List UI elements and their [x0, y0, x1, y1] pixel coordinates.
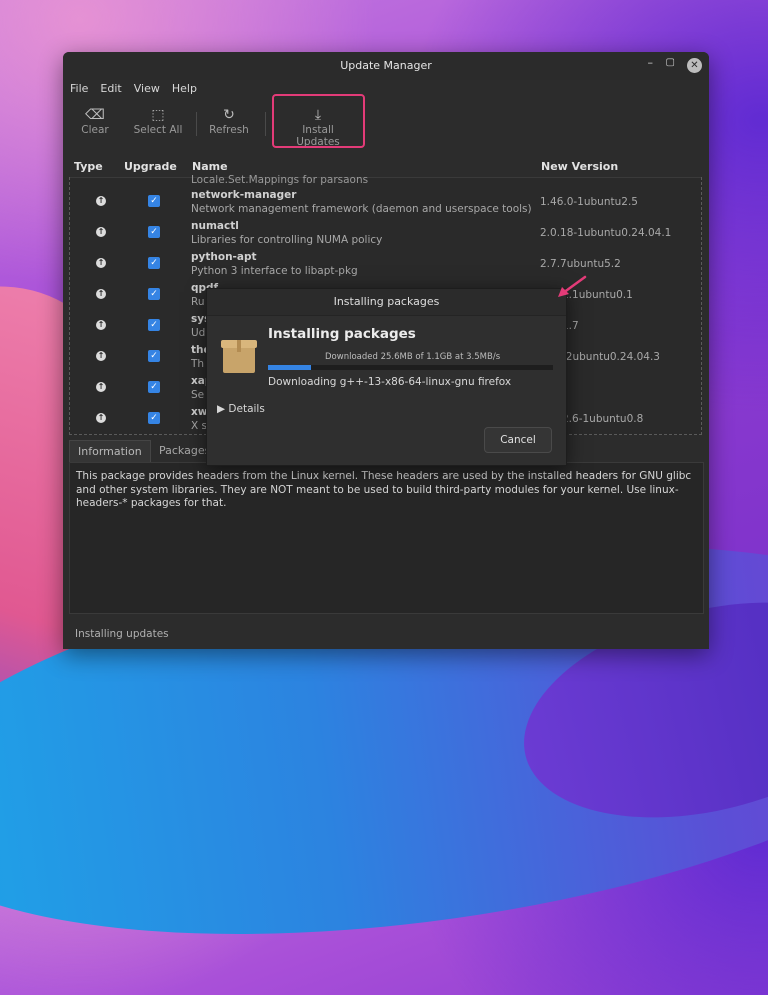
menu-bar: File Edit View Help	[63, 80, 709, 100]
dialog-title: Installing packages	[207, 289, 566, 316]
package-description: Libraries for controlling NUMA policy	[191, 234, 383, 246]
close-icon[interactable]: ✕	[687, 58, 702, 73]
refresh-label: Refresh	[209, 124, 249, 136]
package-version: 2.6-1ubuntu0.8	[562, 413, 644, 425]
column-type[interactable]: Type	[74, 160, 103, 173]
select-all-icon: ⬚	[151, 107, 165, 123]
package-description: Ud	[191, 327, 206, 339]
refresh-button[interactable]: ↻ Refresh	[207, 106, 251, 136]
title-bar: Update Manager – ▢ ✕	[63, 52, 709, 80]
description-text: This package provides headers from the L…	[76, 470, 692, 509]
upgrade-type-icon: ↑	[96, 351, 106, 361]
upgrade-type-icon: ↑	[96, 258, 106, 268]
upgrade-checkbox[interactable]: ✓	[148, 319, 160, 331]
column-name[interactable]: Name	[192, 160, 228, 173]
window-title: Update Manager	[340, 59, 432, 72]
backspace-icon: ⌫	[85, 107, 105, 123]
package-version: 2.7.7ubuntu5.2	[540, 258, 621, 270]
package-name: python-apt	[191, 251, 257, 263]
upgrade-type-icon: ↑	[96, 382, 106, 392]
details-label: Details	[228, 403, 265, 415]
upgrade-type-icon: ↑	[96, 289, 106, 299]
download-progress-text: Downloaded 25.6MB of 1.1GB at 3.5MB/s	[325, 352, 501, 362]
package-description: X s	[191, 420, 208, 432]
toolbar: ⌫ Clear ⬚ Select All ↻ Refresh ⤓ Install…	[63, 100, 709, 152]
upgrade-checkbox[interactable]: ✓	[148, 350, 160, 362]
package-version: 1.46.0-1ubuntu2.5	[540, 196, 638, 208]
column-new-version[interactable]: New Version	[541, 160, 618, 173]
list-header: Type Upgrade Name New Version	[69, 155, 702, 178]
menu-edit[interactable]: Edit	[100, 80, 121, 100]
column-upgrade[interactable]: Upgrade	[124, 160, 177, 173]
downloading-text: Downloading g++-13-x86-64-linux-gnu fire…	[268, 376, 512, 388]
upgrade-type-icon: ↑	[96, 413, 106, 423]
select-all-button[interactable]: ⬚ Select All	[133, 106, 183, 136]
toolbar-separator	[196, 112, 197, 136]
package-description: Se	[191, 389, 205, 401]
cancel-button[interactable]: Cancel	[484, 427, 552, 453]
package-name: numactl	[191, 220, 239, 232]
clear-label: Clear	[81, 124, 109, 136]
maximize-icon[interactable]: ▢	[666, 57, 675, 68]
dialog-heading: Installing packages	[268, 326, 416, 342]
upgrade-checkbox[interactable]: ✓	[148, 412, 160, 424]
toolbar-separator	[265, 112, 266, 136]
package-version: 2.0.18-1ubuntu0.24.04.1	[540, 227, 672, 239]
table-row[interactable]: ↑ ✓ network-manager Network management f…	[70, 185, 701, 216]
annotation-arrow-icon	[558, 275, 587, 297]
table-row[interactable]: ↑ ✓ numactl Libraries for controlling NU…	[70, 216, 701, 247]
upgrade-checkbox[interactable]: ✓	[148, 288, 160, 300]
menu-file[interactable]: File	[70, 80, 88, 100]
upgrade-type-icon: ↑	[96, 196, 106, 206]
progress-bar-fill	[268, 365, 311, 370]
upgrade-checkbox[interactable]: ✓	[148, 257, 160, 269]
install-highlight-box	[272, 94, 365, 148]
package-name: network-manager	[191, 189, 297, 201]
menu-view[interactable]: View	[134, 80, 160, 100]
package-description: Th	[191, 358, 205, 370]
table-row[interactable]: ↑ ✓ python-apt Python 3 interface to lib…	[70, 247, 701, 278]
status-text: Installing updates	[75, 628, 169, 640]
refresh-icon: ↻	[223, 107, 235, 123]
package-version: -2ubuntu0.24.04.3	[562, 351, 660, 363]
package-box-icon	[221, 340, 257, 373]
minimize-icon[interactable]: –	[648, 56, 654, 69]
package-description: Python 3 interface to libapt-pkg	[191, 265, 358, 277]
select-all-label: Select All	[133, 124, 183, 136]
package-description: Ru	[191, 296, 205, 308]
clear-button[interactable]: ⌫ Clear	[81, 106, 109, 136]
upgrade-checkbox[interactable]: ✓	[148, 195, 160, 207]
tab-information[interactable]: Information	[69, 440, 151, 463]
installing-packages-dialog: Installing packages Installing packages …	[206, 288, 567, 466]
triangle-right-icon: ▶	[217, 403, 226, 415]
progress-bar	[268, 365, 553, 370]
upgrade-checkbox[interactable]: ✓	[148, 381, 160, 393]
menu-help[interactable]: Help	[172, 80, 197, 100]
upgrade-type-icon: ↑	[96, 320, 106, 330]
package-description-panel: This package provides headers from the L…	[69, 462, 704, 614]
upgrade-checkbox[interactable]: ✓	[148, 226, 160, 238]
details-expander[interactable]: ▶ Details	[217, 403, 265, 415]
package-description: Network management framework (daemon and…	[191, 203, 532, 215]
upgrade-type-icon: ↑	[96, 227, 106, 237]
